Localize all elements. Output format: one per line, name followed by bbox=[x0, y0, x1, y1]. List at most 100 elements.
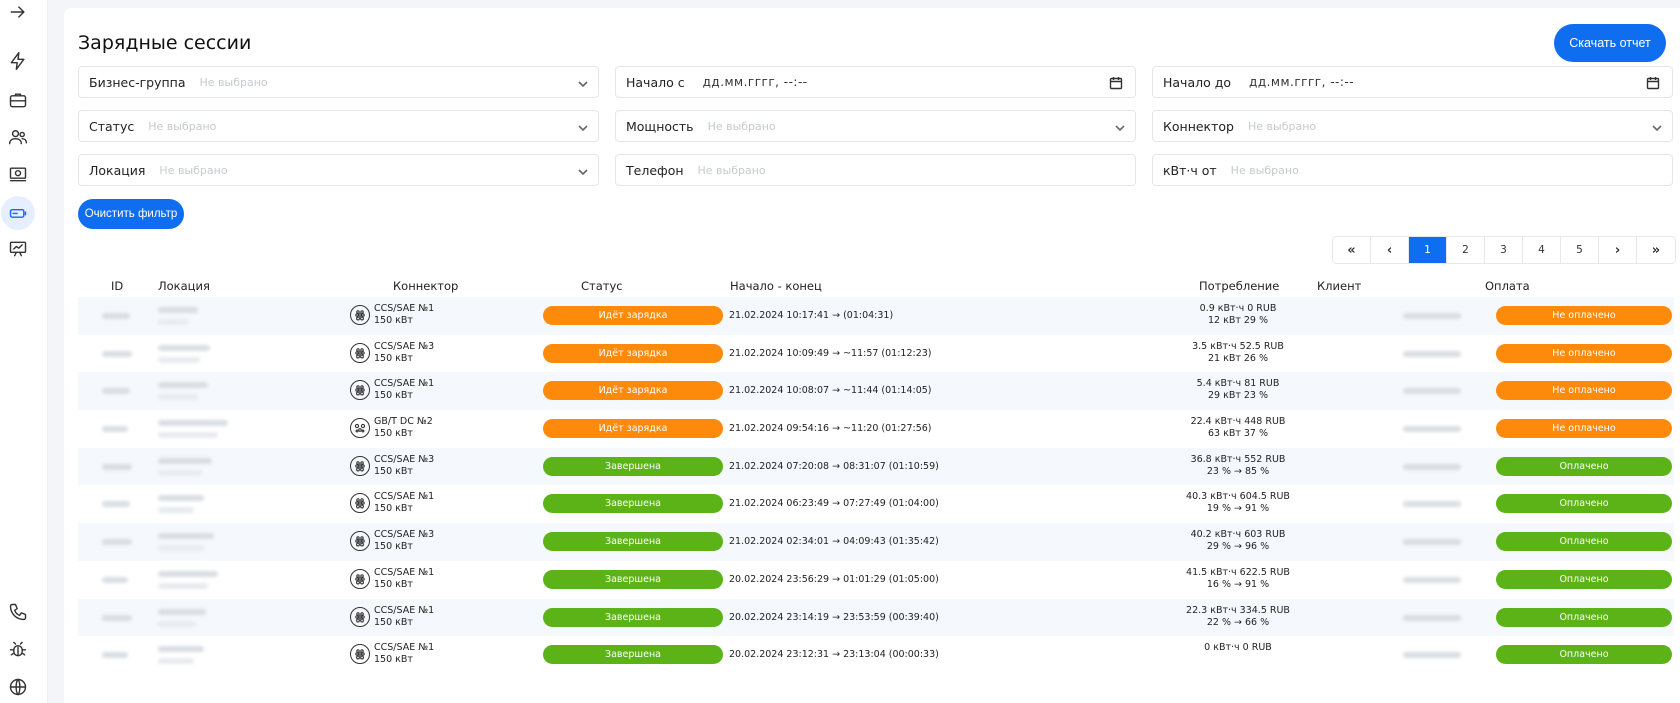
payment-badge: Не оплачено bbox=[1496, 381, 1672, 401]
connector-name: GB/T DC №2 150 кВт bbox=[374, 416, 433, 440]
location-sub-redacted bbox=[158, 469, 202, 476]
arrow-right-icon[interactable] bbox=[6, 0, 30, 24]
client-redacted bbox=[1403, 350, 1461, 357]
globe-icon[interactable] bbox=[6, 675, 30, 699]
client-redacted bbox=[1403, 313, 1461, 319]
ccs-icon bbox=[350, 493, 370, 514]
chart-board-icon[interactable] bbox=[6, 237, 30, 261]
connector-name: CCS/SAE №1 150 кВт bbox=[374, 303, 435, 326]
id-redacted bbox=[102, 539, 132, 546]
id-redacted bbox=[102, 313, 130, 319]
column-header-payment[interactable]: Оплата bbox=[1485, 279, 1530, 293]
power-select[interactable]: Мощность Не выбрано bbox=[615, 110, 1136, 142]
connector-name: CCS/SAE №1 150 кВт bbox=[374, 378, 435, 402]
session-time: 21.02.2024 09:54:16 → ~11:20 (01:27:56) bbox=[729, 423, 932, 435]
filter-value: дд.мм.гггг, --:-- bbox=[1249, 75, 1355, 89]
ccs-icon bbox=[350, 531, 370, 552]
consumption: 22.3 кВт·ч 334.5 RUB 22 % → 66 % bbox=[1186, 604, 1290, 628]
main-panel: Зарядные сессии Скачать отчет Бизнес-гру… bbox=[64, 8, 1680, 703]
id-redacted bbox=[102, 350, 132, 357]
table-row[interactable]: CCS/SAE №1 150 кВт Завершена 20.02.2024 23:… bbox=[78, 561, 1674, 599]
cash-icon[interactable] bbox=[6, 162, 30, 186]
client-redacted bbox=[1403, 426, 1461, 433]
table-row[interactable]: GB/T DC №2 150 кВт Идёт зарядка 21.02.2024 … bbox=[78, 410, 1674, 448]
id-redacted bbox=[102, 388, 130, 395]
filter-placeholder: Не выбрано bbox=[697, 163, 766, 177]
status-badge: Идёт зарядка bbox=[543, 419, 723, 439]
column-header-time[interactable]: Начало - конец bbox=[730, 279, 822, 293]
filter-placeholder: Не выбрано bbox=[1247, 119, 1317, 133]
connector-name: CCS/SAE №3 150 кВт bbox=[374, 529, 435, 553]
connector-name: CCS/SAE №3 150 кВт bbox=[374, 340, 435, 364]
page-button[interactable]: 5 bbox=[1561, 237, 1599, 263]
filter-label: кВт·ч от bbox=[1163, 162, 1217, 178]
chevron-down-icon bbox=[576, 164, 590, 178]
filter-value: дд.мм.гггг, --:-- bbox=[702, 75, 808, 89]
column-header-id[interactable]: ID bbox=[111, 279, 123, 293]
prev-page-button[interactable]: ‹ bbox=[1371, 237, 1409, 263]
location-redacted bbox=[158, 495, 204, 502]
location-sub-redacted bbox=[158, 507, 194, 514]
column-header-connector[interactable]: Коннектор bbox=[393, 279, 458, 293]
client-redacted bbox=[1403, 501, 1461, 508]
table-row[interactable]: CCS/SAE №1 150 кВт Завершена 20.02.2024 23:… bbox=[78, 598, 1674, 637]
table-row[interactable]: CCS/SAE №3 150 кВт Идёт зарядка 21.02.2024 … bbox=[78, 335, 1674, 373]
battery-icon[interactable] bbox=[1, 196, 35, 230]
client-redacted bbox=[1403, 463, 1461, 470]
table-row[interactable]: CCS/SAE №1 150 кВт Завершена 21.02.2024 06:… bbox=[78, 485, 1674, 523]
status-select[interactable]: Статус Не выбрано bbox=[78, 110, 599, 142]
lightning-icon[interactable] bbox=[6, 49, 30, 73]
phone-icon[interactable] bbox=[6, 600, 30, 624]
session-time: 21.02.2024 06:23:49 → 07:27:49 (01:04:00… bbox=[729, 498, 939, 510]
column-header-status[interactable]: Статус bbox=[581, 279, 623, 293]
start-from-field[interactable]: Начало с дд.мм.гггг, --:-- bbox=[615, 66, 1136, 98]
table-row[interactable]: CCS/SAE №3 150 кВт Завершена 21.02.2024 02:… bbox=[78, 523, 1674, 561]
id-redacted bbox=[102, 652, 128, 659]
id-redacted bbox=[102, 501, 130, 508]
id-redacted bbox=[102, 426, 128, 433]
table-row[interactable]: CCS/SAE №1 150 кВт Идёт зарядка 21.02.2024 … bbox=[78, 372, 1674, 411]
start-to-field[interactable]: Начало до дд.мм.гггг, --:-- bbox=[1152, 66, 1673, 98]
clear-filter-button[interactable]: Очистить фильтр bbox=[78, 199, 184, 229]
users-icon[interactable] bbox=[6, 125, 30, 149]
location-select[interactable]: Локация Не выбрано bbox=[78, 154, 599, 186]
connector-name: CCS/SAE №1 150 кВт bbox=[374, 491, 435, 515]
calendar-icon[interactable] bbox=[1109, 75, 1123, 90]
location-sub-redacted bbox=[158, 545, 204, 552]
chevron-down-icon bbox=[1650, 120, 1664, 134]
page-button[interactable]: 3 bbox=[1485, 237, 1523, 263]
id-redacted bbox=[102, 463, 132, 470]
column-header-consumption[interactable]: Потребление bbox=[1199, 279, 1279, 293]
table-row[interactable]: CCS/SAE №3 150 кВт Завершена 21.02.2024 07:… bbox=[78, 447, 1674, 486]
calendar-icon[interactable] bbox=[1646, 75, 1660, 90]
session-time: 20.02.2024 23:56:29 → 01:01:29 (01:05:00… bbox=[729, 573, 939, 585]
client-redacted bbox=[1403, 614, 1461, 621]
filter-label: Начало до bbox=[1163, 74, 1232, 90]
first-page-button[interactable]: « bbox=[1333, 237, 1371, 263]
gbt-icon bbox=[350, 418, 370, 439]
phone-input[interactable]: Телефон Не выбрано bbox=[615, 154, 1136, 186]
table-header: ID Локация Коннектор Статус Начало - кон… bbox=[78, 275, 1674, 297]
download-report-button[interactable]: Скачать отчет bbox=[1554, 24, 1666, 62]
location-sub-redacted bbox=[158, 658, 194, 665]
chevron-down-icon bbox=[576, 120, 590, 134]
table-row[interactable]: CCS/SAE №1 150 кВт Идёт зарядка 21.02.2024 … bbox=[78, 297, 1674, 335]
payment-badge: Оплачено bbox=[1496, 532, 1672, 552]
status-badge: Завершена bbox=[543, 532, 723, 552]
column-header-client[interactable]: Клиент bbox=[1317, 279, 1361, 293]
business-group-select[interactable]: Бизнес-группа Не выбрано bbox=[78, 66, 599, 98]
page-title: Зарядные сессии bbox=[78, 32, 252, 54]
kwh-from-input[interactable]: кВт·ч от Не выбрано bbox=[1152, 154, 1673, 186]
briefcase-icon[interactable] bbox=[6, 88, 30, 112]
consumption: 22.4 кВт·ч 448 RUB 63 кВт 37 % bbox=[1190, 416, 1286, 440]
connector-select[interactable]: Коннектор Не выбрано bbox=[1152, 110, 1673, 142]
next-page-button[interactable]: › bbox=[1599, 237, 1637, 263]
table-row[interactable]: CCS/SAE №1 150 кВт Завершена 20.02.2024 23:… bbox=[78, 636, 1674, 674]
bug-icon[interactable] bbox=[6, 637, 30, 661]
last-page-button[interactable]: » bbox=[1637, 237, 1675, 263]
session-time: 21.02.2024 10:08:07 → ~11:44 (01:14:05) bbox=[729, 385, 932, 397]
page-button[interactable]: 4 bbox=[1523, 237, 1561, 263]
page-button[interactable]: 1 bbox=[1409, 237, 1447, 263]
column-header-location[interactable]: Локация bbox=[158, 279, 210, 293]
page-button[interactable]: 2 bbox=[1447, 237, 1485, 263]
